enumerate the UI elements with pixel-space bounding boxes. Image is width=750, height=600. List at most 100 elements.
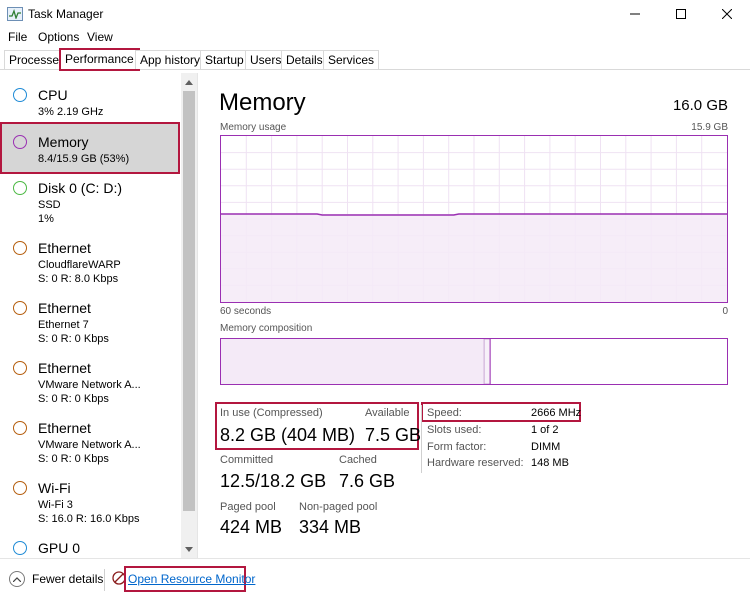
sidebar-item-detail: SSD — [38, 199, 61, 211]
footer-bar: Fewer details Open Resource Monitor — [0, 558, 750, 600]
slots-used-value: 1 of 2 — [531, 424, 559, 436]
non-paged-pool-value: 334 MB — [299, 517, 362, 537]
speed-value: 2666 MHz — [531, 407, 582, 419]
memory-usage-label: Memory usage — [220, 122, 287, 133]
tab-performance[interactable]: Performance — [59, 48, 140, 71]
non-paged-pool-label: Non-paged pool — [299, 501, 378, 513]
sidebar-item-name: CPU — [38, 87, 68, 103]
maximize-button[interactable] — [658, 0, 704, 28]
sidebar-item-name: Memory — [38, 134, 89, 150]
ethernet-indicator-icon — [13, 361, 27, 375]
disk-indicator-icon — [13, 181, 27, 195]
stats-divider — [421, 405, 422, 473]
memory-usage-max: 15.9 GB — [691, 122, 728, 133]
sidebar-item-detail: Ethernet 7 — [38, 319, 89, 331]
close-button[interactable] — [704, 0, 750, 28]
chevron-up-icon[interactable] — [9, 571, 25, 587]
resource-sidebar: CPU 3% 2.19 GHz Memory 8.4/15.9 GB (53%)… — [0, 73, 198, 558]
memory-composition-chart — [221, 338, 491, 385]
minimize-button[interactable] — [612, 0, 658, 28]
sidebar-item-detail: S: 0 R: 0 Kbps — [38, 393, 109, 405]
available-label: Available — [365, 407, 410, 419]
memory-composition-bar — [220, 338, 728, 385]
paged-pool-label: Paged pool — [220, 501, 276, 513]
sidebar-item-gpu[interactable]: GPU 0 — [0, 528, 180, 558]
hardware-reserved-label: Hardware reserved: — [427, 457, 524, 469]
menu-options[interactable]: Options — [38, 30, 79, 44]
sidebar-item-detail: 8.4/15.9 GB (53%) — [38, 153, 130, 165]
sidebar-item-detail: VMware Network A... — [38, 379, 141, 391]
tab-app-history[interactable]: App history — [135, 50, 206, 69]
cpu-indicator-icon — [13, 88, 27, 102]
hardware-reserved-value: 148 MB — [531, 457, 569, 469]
ethernet-indicator-icon — [13, 301, 27, 315]
committed-label: Committed — [220, 454, 274, 466]
paged-pool-value: 424 MB — [220, 517, 283, 537]
sidebar-item-detail: 1% — [38, 213, 54, 225]
usage-area — [221, 214, 727, 302]
sidebar-item-detail: S: 0 R: 0 Kbps — [38, 453, 109, 465]
cached-value: 7.6 GB — [339, 471, 396, 491]
sidebar-item-ethernet-2[interactable]: Ethernet Ethernet 7 S: 0 R: 0 Kbps — [0, 288, 180, 348]
memory-total: 16.0 GB — [672, 97, 728, 114]
committed-value: 12.5/18.2 GB — [220, 471, 327, 491]
sidebar-item-ethernet-4[interactable]: Ethernet VMware Network A... S: 0 R: 0 K… — [0, 408, 180, 468]
cached-label: Cached — [339, 454, 377, 466]
tab-strip: Processes Performance App history Startu… — [0, 48, 750, 71]
sidebar-item-detail: S: 0 R: 0 Kbps — [38, 333, 109, 345]
memory-usage-graph — [220, 135, 728, 303]
composition-modified-segment — [483, 338, 491, 385]
sidebar-item-detail: CloudflareWARP — [38, 259, 121, 271]
fewer-details-button[interactable]: Fewer details — [32, 572, 103, 586]
sidebar-item-ethernet-3[interactable]: Ethernet VMware Network A... S: 0 R: 0 K… — [0, 348, 180, 408]
memory-panel: Memory 16.0 GB Memory usage 15.9 GB 60 s… — [199, 73, 750, 558]
open-resource-monitor-link[interactable]: Open Resource Monitor — [128, 572, 255, 586]
sidebar-item-wifi[interactable]: Wi-Fi Wi-Fi 3 S: 16.0 R: 16.0 Kbps — [0, 468, 180, 528]
sidebar-item-name: Ethernet — [38, 300, 91, 316]
sidebar-item-name: Ethernet — [38, 240, 91, 256]
slots-used-label: Slots used: — [427, 424, 482, 436]
in-use-value: 8.2 GB (404 MB) — [220, 425, 356, 445]
scroll-up-arrow-icon[interactable] — [181, 73, 197, 91]
graph-time-right: 0 — [722, 306, 728, 317]
tab-startup[interactable]: Startup — [200, 50, 249, 69]
memory-composition-label: Memory composition — [220, 323, 313, 334]
page-title: Memory — [219, 89, 306, 116]
form-factor-label: Form factor: — [427, 441, 487, 453]
form-factor-value: DIMM — [531, 441, 561, 453]
graph-time-left: 60 seconds — [220, 306, 272, 317]
menu-view[interactable]: View — [87, 30, 113, 44]
sidebar-item-ethernet-1[interactable]: Ethernet CloudflareWARP S: 0 R: 8.0 Kbps — [0, 228, 180, 288]
ethernet-indicator-icon — [13, 421, 27, 435]
sidebar-item-detail: Wi-Fi 3 — [38, 499, 73, 511]
sidebar-item-name: Ethernet — [38, 420, 91, 436]
speed-label: Speed: — [427, 407, 462, 419]
tab-details[interactable]: Details — [281, 50, 328, 69]
sidebar-item-disk[interactable]: Disk 0 (C: D:) SSD 1% — [0, 168, 180, 228]
sidebar-item-detail: 3% 2.19 GHz — [38, 106, 104, 118]
sidebar-item-name: Disk 0 (C: D:) — [38, 180, 122, 196]
wifi-indicator-icon — [13, 481, 27, 495]
sidebar-item-detail: VMware Network A... — [38, 439, 141, 451]
in-use-label: In use (Compressed) — [220, 407, 323, 419]
sidebar-item-name: Wi-Fi — [38, 480, 71, 496]
gpu-indicator-icon — [13, 541, 27, 555]
memory-usage-chart — [221, 136, 727, 302]
sidebar-item-detail: S: 0 R: 8.0 Kbps — [38, 273, 119, 285]
menu-file[interactable]: File — [8, 30, 27, 44]
composition-in-use-segment — [221, 339, 485, 384]
ethernet-indicator-icon — [13, 241, 27, 255]
available-value: 7.5 GB — [365, 425, 422, 445]
tab-services[interactable]: Services — [323, 50, 380, 69]
sidebar-item-detail: S: 16.0 R: 16.0 Kbps — [38, 513, 140, 525]
scroll-down-arrow-icon[interactable] — [181, 540, 197, 558]
sidebar-item-memory[interactable]: Memory 8.4/15.9 GB (53%) — [0, 122, 180, 174]
sidebar-item-name: Ethernet — [38, 360, 91, 376]
title-bar: Task Manager — [0, 0, 750, 28]
scroll-thumb[interactable] — [183, 91, 195, 511]
menu-bar: File Options View — [0, 28, 750, 46]
sidebar-scrollbar[interactable] — [181, 73, 197, 558]
footer-divider — [104, 569, 105, 591]
memory-indicator-icon — [13, 135, 27, 149]
window-title: Task Manager — [28, 7, 104, 21]
